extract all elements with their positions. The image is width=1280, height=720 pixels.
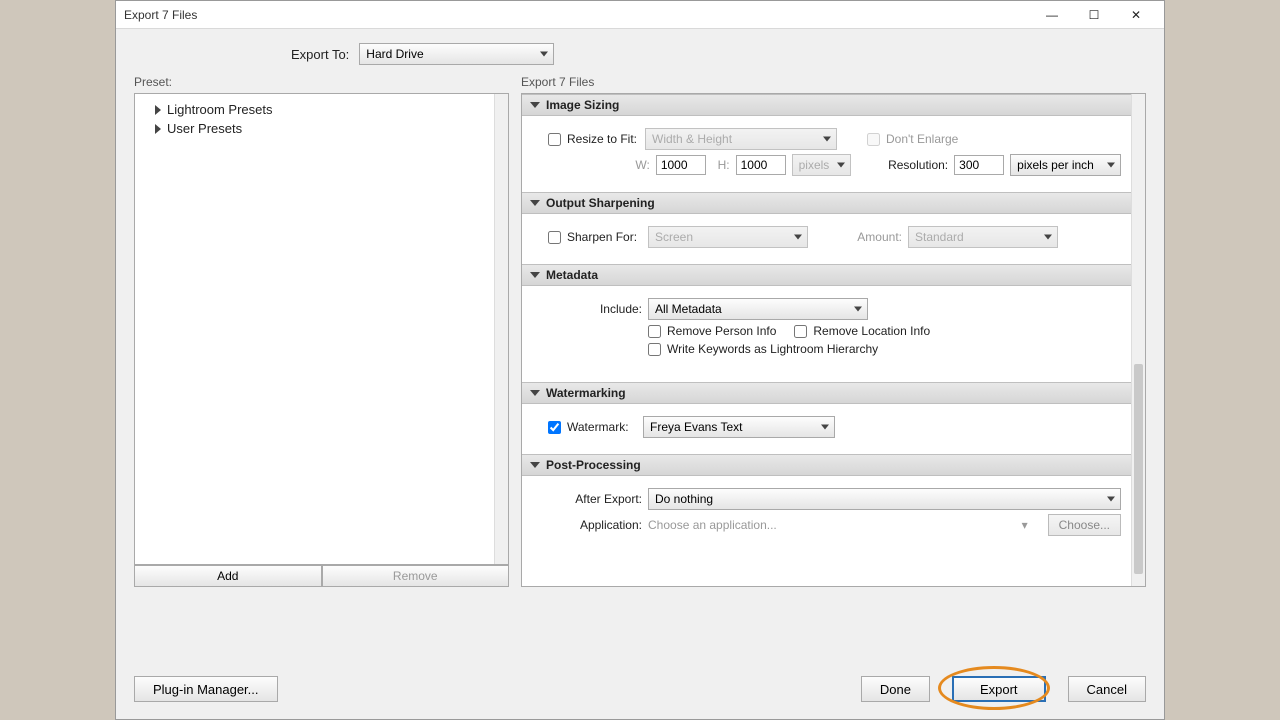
scrollbar-thumb[interactable] <box>1134 364 1143 574</box>
titlebar: Export 7 Files — ☐ ✕ <box>116 1 1164 29</box>
chevron-down-icon <box>530 272 540 278</box>
preset-list[interactable]: Lightroom Presets User Presets <box>134 93 509 565</box>
dialog-footer: Plug-in Manager... Done Export Cancel <box>116 659 1164 719</box>
maximize-button[interactable]: ☐ <box>1074 1 1114 29</box>
sharpen-for-label: Sharpen For: <box>567 230 642 244</box>
minimize-button[interactable]: — <box>1032 1 1072 29</box>
plugin-manager-button[interactable]: Plug-in Manager... <box>134 676 278 702</box>
watermark-select[interactable]: Freya Evans Text <box>643 416 835 438</box>
chevron-down-icon <box>530 462 540 468</box>
height-input[interactable] <box>736 155 786 175</box>
chevron-right-icon <box>155 124 161 134</box>
remove-location-checkbox[interactable] <box>794 325 807 338</box>
width-label: W: <box>632 158 650 172</box>
section-image-sizing[interactable]: Image Sizing <box>522 94 1131 116</box>
chevron-right-icon <box>155 105 161 115</box>
export-button[interactable]: Export <box>952 676 1046 702</box>
remove-person-label: Remove Person Info <box>667 324 776 338</box>
dont-enlarge-label: Don't Enlarge <box>886 132 958 146</box>
resolution-label: Resolution: <box>879 158 948 172</box>
chevron-down-icon: ▾ <box>1022 518 1028 532</box>
remove-person-checkbox[interactable] <box>648 325 661 338</box>
resolution-input[interactable] <box>954 155 1004 175</box>
application-placeholder: Choose an application... <box>648 518 1016 532</box>
right-column-label: Export 7 Files <box>521 75 1146 89</box>
choose-app-button: Choose... <box>1048 514 1121 536</box>
export-to-row: Export To: Hard Drive <box>116 29 1164 75</box>
close-button[interactable]: ✕ <box>1116 1 1156 29</box>
chevron-down-icon <box>530 390 540 396</box>
resize-to-fit-checkbox[interactable] <box>548 133 561 146</box>
fit-mode-select: Width & Height <box>645 128 837 150</box>
preset-label: Preset: <box>134 75 509 89</box>
after-export-label: After Export: <box>532 492 642 506</box>
preset-folder-lightroom[interactable]: Lightroom Presets <box>139 100 504 119</box>
watermark-checkbox[interactable] <box>548 421 561 434</box>
export-dialog: Export 7 Files — ☐ ✕ Export To: Hard Dri… <box>115 0 1165 720</box>
window-title: Export 7 Files <box>124 8 1032 22</box>
size-unit-select: pixels <box>792 154 851 176</box>
section-metadata[interactable]: Metadata <box>522 264 1131 286</box>
application-label: Application: <box>532 518 642 532</box>
sharpen-for-checkbox[interactable] <box>548 231 561 244</box>
section-watermarking[interactable]: Watermarking <box>522 382 1131 404</box>
width-input[interactable] <box>656 155 706 175</box>
chevron-down-icon <box>530 102 540 108</box>
keywords-hierarchy-label: Write Keywords as Lightroom Hierarchy <box>667 342 878 356</box>
resize-to-fit-label: Resize to Fit: <box>567 132 639 146</box>
keywords-hierarchy-checkbox[interactable] <box>648 343 661 356</box>
include-metadata-select[interactable]: All Metadata <box>648 298 868 320</box>
scrollbar[interactable] <box>494 94 508 564</box>
cancel-button[interactable]: Cancel <box>1068 676 1146 702</box>
watermark-label: Watermark: <box>567 420 637 434</box>
sharpen-screen-select: Screen <box>648 226 808 248</box>
height-label: H: <box>712 158 730 172</box>
export-to-label: Export To: <box>291 47 349 62</box>
remove-preset-button: Remove <box>322 565 510 587</box>
scrollbar[interactable] <box>1131 94 1145 586</box>
section-post-processing[interactable]: Post-Processing <box>522 454 1131 476</box>
amount-label: Amount: <box>846 230 902 244</box>
dont-enlarge-checkbox <box>867 133 880 146</box>
remove-location-label: Remove Location Info <box>813 324 930 338</box>
add-preset-button[interactable]: Add <box>134 565 322 587</box>
chevron-down-icon <box>530 200 540 206</box>
section-output-sharpening[interactable]: Output Sharpening <box>522 192 1131 214</box>
include-label: Include: <box>532 302 642 316</box>
after-export-select[interactable]: Do nothing <box>648 488 1121 510</box>
done-button[interactable]: Done <box>861 676 930 702</box>
resolution-unit-select[interactable]: pixels per inch <box>1010 154 1121 176</box>
preset-folder-user[interactable]: User Presets <box>139 119 504 138</box>
sharpen-amount-select: Standard <box>908 226 1058 248</box>
export-to-select[interactable]: Hard Drive <box>359 43 554 65</box>
